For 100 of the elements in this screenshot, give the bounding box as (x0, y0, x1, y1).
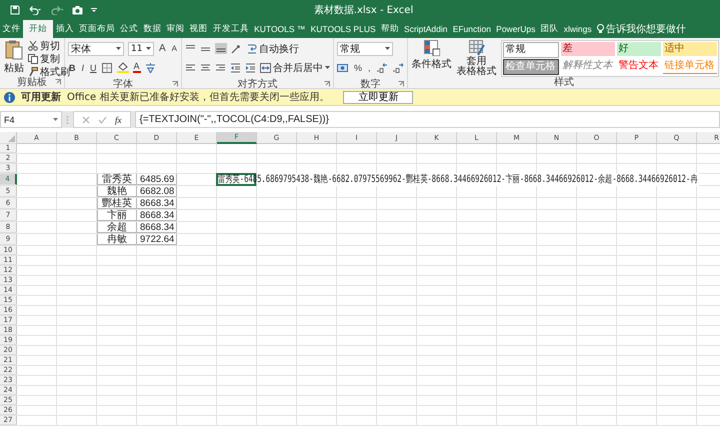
dialog-launcher-icon[interactable] (324, 81, 330, 87)
undo-icon[interactable] (28, 5, 42, 15)
tell-me-text: 告诉我你想要做什 (606, 22, 686, 36)
cut-button[interactable]: 剪切 (28, 40, 70, 52)
ribbon-tab[interactable]: 公式 (118, 20, 141, 38)
copy-icon (28, 54, 38, 64)
align-center-icon[interactable] (200, 62, 212, 72)
caret-icon (53, 118, 58, 121)
tell-me-search[interactable]: 告诉我你想要做什 (597, 20, 686, 38)
dropdown-icon[interactable] (91, 7, 97, 13)
ribbon-tab[interactable]: 插入 (53, 20, 76, 38)
merge-arrows-icon (260, 62, 272, 72)
formula-field[interactable]: {=TEXTJOIN("-",,TOCOL(C4:D9,,FALSE))} (134, 111, 720, 128)
table-cell: 余超 (97, 222, 137, 233)
table-cell: 酆桂英 (97, 198, 137, 209)
info-message: Office 相关更新已准备好安装，但首先需要关闭一些应用。 (67, 90, 330, 104)
merge-center-button[interactable]: 合并后居中 (260, 62, 330, 74)
increase-indent-icon[interactable] (245, 62, 256, 72)
comma-style-button[interactable]: , (367, 62, 372, 72)
fill-color-icon[interactable] (116, 62, 129, 73)
ribbon-tab[interactable]: 审阅 (164, 20, 188, 38)
ribbon-tab[interactable]: ScriptAddin (401, 20, 450, 38)
cell-style-option[interactable]: 警告文本 (616, 59, 661, 73)
update-now-button[interactable]: 立即更新 (343, 90, 414, 104)
align-left-icon[interactable] (185, 62, 196, 72)
borders-icon[interactable] (102, 62, 113, 72)
copy-button[interactable]: 复制 (28, 53, 70, 65)
dialog-launcher-icon[interactable] (55, 79, 61, 85)
group-label: 字体 (113, 78, 133, 88)
table-cell: 6682.08 (137, 186, 177, 197)
format-as-table-button[interactable]: 套用 表格格式 (456, 40, 498, 77)
dialog-launcher-icon[interactable] (172, 81, 178, 87)
camera-icon[interactable] (72, 5, 83, 15)
ribbon-tab[interactable]: 团队 (538, 20, 562, 38)
ribbon-tab[interactable]: 视图 (187, 20, 210, 38)
number-format-dropdown[interactable]: 常规 (337, 42, 394, 56)
table-cell: 9722.64 (137, 234, 177, 245)
lightbulb-icon (597, 24, 604, 34)
cell-style-option[interactable]: 差 (560, 42, 615, 56)
ribbon-tab[interactable]: PowerUps (494, 20, 538, 38)
insert-function-button[interactable]: fx (115, 114, 122, 124)
ribbon-tab[interactable]: 帮助 (378, 20, 402, 38)
table-cell: 魏艳 (97, 186, 137, 197)
info-title: 可用更新 (21, 90, 61, 104)
table-brush-icon (468, 40, 485, 56)
brush-icon (28, 67, 38, 77)
group-label: 样式 (554, 76, 574, 88)
conditional-formatting-button[interactable]: 条件格式 (410, 40, 453, 71)
save-icon[interactable] (10, 5, 20, 15)
ribbon-tab[interactable]: KUTOOLS PLUS (308, 20, 378, 38)
cell-style-option[interactable]: 常规 (502, 42, 559, 58)
font-color-button[interactable]: A (132, 62, 141, 73)
format-painter-button[interactable]: 格式刷 (28, 66, 70, 78)
percent-button[interactable]: % (353, 62, 364, 72)
group-label: 数字 (360, 78, 380, 88)
table-cell: 6485.69 (137, 174, 177, 185)
scissors-icon (28, 41, 38, 51)
dialog-launcher-icon[interactable] (398, 81, 404, 87)
align-bottom-icon[interactable] (215, 43, 228, 54)
window-title: 素材数据.xlsx - Excel (312, 4, 414, 17)
decrease-decimal-icon[interactable] (392, 62, 404, 72)
ribbon-tab[interactable]: 数据 (140, 20, 164, 38)
ribbon-tab[interactable]: 页面布局 (76, 20, 118, 38)
grow-font-button[interactable]: A (158, 43, 167, 54)
ribbon-tab[interactable]: xlwings (561, 20, 594, 38)
ribbon-tab[interactable]: EFunction (450, 20, 494, 38)
table-cell: 卞丽 (97, 210, 137, 221)
checkmark-icon[interactable] (98, 116, 107, 124)
ribbon-tab[interactable]: KUTOOLS ™ (252, 20, 308, 38)
info-icon (4, 92, 15, 102)
paste-button[interactable]: 粘贴 (3, 40, 25, 75)
table-cell: 8668.34 (137, 210, 177, 221)
shrink-font-button[interactable]: A (170, 44, 178, 53)
group-label: 剪贴板 (17, 76, 47, 88)
table-cell: 雷秀英 (97, 174, 137, 185)
currency-icon[interactable] (337, 62, 350, 72)
wrap-arrow-icon (247, 44, 258, 54)
caret-icon (325, 66, 330, 69)
ribbon-tab[interactable]: 开始 (23, 20, 54, 38)
name-box[interactable]: F4 (0, 111, 62, 128)
italic-button[interactable]: I (80, 62, 86, 72)
table-cell: 8668.34 (137, 198, 177, 209)
bold-button[interactable]: B (68, 62, 76, 72)
increase-decimal-icon[interactable] (376, 62, 388, 72)
font-size-dropdown[interactable]: 11 (128, 42, 154, 56)
ribbon-tab[interactable]: 开发工具 (210, 20, 252, 38)
font-name-dropdown[interactable]: 宋体 (68, 42, 124, 56)
cell-style-option[interactable]: 好 (616, 42, 661, 56)
underline-button[interactable]: U (89, 62, 98, 72)
caret-icon (385, 47, 390, 50)
wrap-text-button[interactable]: 自动换行 (247, 42, 300, 54)
group-label: 对齐方式 (238, 78, 278, 88)
align-right-icon[interactable] (215, 62, 226, 72)
cell-style-option[interactable]: 解释性文本 (560, 59, 615, 73)
cell-style-option[interactable]: 适中 (662, 42, 717, 56)
redo-icon[interactable] (50, 5, 64, 15)
decrease-indent-icon[interactable] (230, 62, 242, 72)
ribbon-tab[interactable]: 文件 (0, 20, 24, 38)
phonetic-icon[interactable] (144, 62, 156, 72)
table-cell: 冉敏 (97, 234, 137, 245)
